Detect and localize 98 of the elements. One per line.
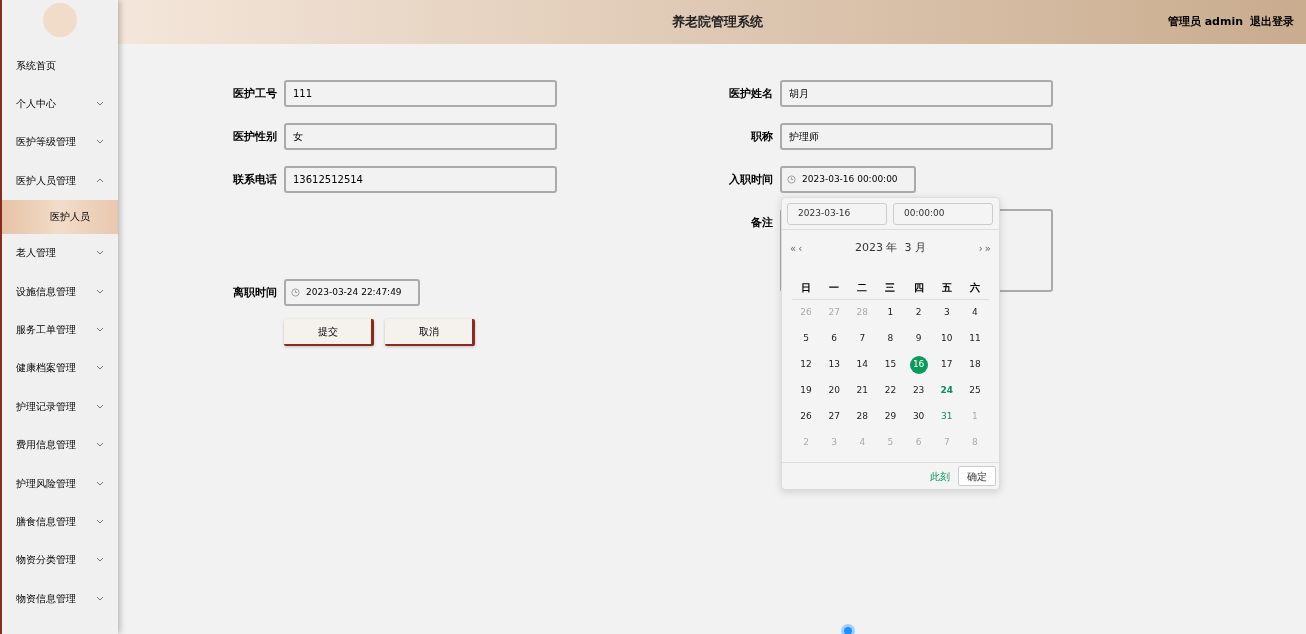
calendar-day[interactable]: 7 — [853, 330, 872, 348]
input-field[interactable]: 护理师 — [780, 123, 1053, 150]
calendar-day[interactable]: 2 — [909, 304, 928, 322]
sidebar-item[interactable]: 设施信息管理 — [2, 271, 118, 311]
calendar-day[interactable]: 23 — [909, 382, 928, 400]
form-button[interactable]: 提交 — [284, 319, 374, 346]
chevron-down-icon — [96, 288, 104, 294]
next-year-button[interactable]: » — [984, 240, 991, 256]
calendar-day[interactable]: 4 — [965, 304, 984, 322]
now-link[interactable]: 此刻 — [930, 468, 950, 484]
field-label: 职称 — [750, 129, 773, 145]
calendar-day[interactable]: 3 — [937, 304, 956, 322]
calendar-day[interactable]: 12 — [797, 356, 816, 374]
calendar-day[interactable]: 18 — [965, 356, 984, 374]
sidebar-item[interactable]: 医护人员管理 — [2, 161, 118, 200]
clock-icon — [787, 175, 796, 184]
chevron-down-icon — [96, 365, 104, 371]
field-label: 入职时间 — [728, 172, 773, 188]
chevron-down-icon — [96, 250, 104, 256]
weekday-label: 六 — [968, 281, 981, 295]
calendar-day[interactable]: 15 — [881, 356, 900, 374]
weekday-label: 二 — [856, 281, 869, 295]
month-label: 2023 年 3 月 — [855, 239, 926, 256]
calendar-day[interactable]: 1 — [881, 304, 900, 322]
chevron-down-icon — [96, 442, 104, 448]
sidebar-item[interactable]: 膳食信息管理 — [2, 502, 118, 541]
chevron-down-icon — [96, 595, 104, 601]
sidebar-item[interactable]: 个人中心 — [2, 84, 118, 123]
time-input[interactable]: 00:00:00 — [893, 203, 993, 225]
sidebar-item[interactable]: 医护等级管理 — [2, 122, 118, 162]
field-label: 医护姓名 — [728, 86, 773, 102]
prev-year-button[interactable]: « — [790, 240, 797, 256]
user-label: 管理员 admin — [1167, 14, 1243, 30]
sidebar-item[interactable]: 护理记录管理 — [2, 387, 118, 426]
field-label: 医护性别 — [232, 129, 277, 145]
calendar-day[interactable]: 27 — [825, 408, 844, 426]
calendar-day[interactable]: 10 — [937, 330, 956, 348]
input-field[interactable]: 13612512514 — [284, 166, 557, 193]
chevron-down-icon — [96, 403, 104, 409]
calendar-day[interactable]: 22 — [881, 382, 900, 400]
calendar-day[interactable]: 29 — [881, 408, 900, 426]
calendar-day[interactable]: 16 — [909, 356, 928, 374]
field-label: 医护工号 — [232, 86, 277, 102]
chevron-down-icon — [96, 557, 104, 563]
date-time-field[interactable]: 2023-03-24 22:47:49 — [284, 279, 420, 306]
calendar-day[interactable]: 5 — [797, 330, 816, 348]
field-label: 联系电话 — [232, 172, 277, 188]
clock-icon — [291, 288, 300, 297]
sidebar-subitem[interactable]: 医护人员 — [2, 199, 118, 234]
logout-link[interactable]: 退出登录 — [1250, 14, 1294, 31]
sidebar-item[interactable]: 护理风险管理 — [2, 463, 118, 503]
calendar-day[interactable]: 20 — [825, 382, 844, 400]
next-month-button[interactable]: › — [978, 240, 983, 256]
calendar-day[interactable]: 13 — [825, 356, 844, 374]
calendar-day[interactable]: 9 — [909, 330, 928, 348]
input-field[interactable]: 胡月 — [780, 80, 1053, 107]
sidebar-item[interactable]: 老人管理 — [2, 233, 118, 272]
chevron-up-icon — [96, 177, 104, 183]
calendar-day[interactable]: 19 — [797, 382, 816, 400]
sidebar-item[interactable]: 物资信息管理 — [2, 579, 118, 618]
weekday-label: 日 — [800, 281, 813, 295]
form-button[interactable]: 取消 — [385, 319, 475, 346]
avatar — [43, 3, 77, 37]
sidebar-item[interactable]: 健康档案管理 — [2, 348, 118, 388]
input-field[interactable]: 111 — [284, 80, 557, 107]
date-time-field[interactable]: 2023-03-16 00:00:00 — [780, 166, 916, 193]
chevron-down-icon — [96, 327, 104, 333]
calendar-day[interactable]: 8 — [881, 330, 900, 348]
chevron-down-icon — [96, 519, 104, 524]
calendar-day[interactable]: 11 — [965, 330, 984, 348]
calendar-day[interactable]: 28 — [853, 408, 872, 426]
sidebar-item[interactable]: 费用信息管理 — [2, 425, 118, 464]
calendar-day[interactable]: 30 — [909, 408, 928, 426]
chevron-down-icon — [96, 480, 104, 486]
confirm-button[interactable]: 确定 — [958, 466, 996, 486]
app-title: 养老院管理系统 — [672, 13, 763, 31]
calendar-day[interactable]: 24 — [937, 382, 956, 400]
weekday-label: 三 — [884, 281, 897, 295]
sidebar-item[interactable]: 系统首页 — [2, 46, 118, 85]
field-label: 备注 — [750, 215, 773, 231]
calendar-day[interactable]: 17 — [937, 356, 956, 374]
weekday-label: 一 — [828, 281, 841, 295]
calendar-day[interactable]: 14 — [853, 356, 872, 374]
calendar-day[interactable]: 31 — [937, 408, 956, 426]
sidebar-item[interactable]: 物资分类管理 — [2, 540, 118, 580]
calendar-day[interactable]: 6 — [825, 330, 844, 348]
chevron-down-icon — [96, 139, 104, 145]
weekday-label: 四 — [912, 281, 925, 295]
chevron-down-icon — [96, 101, 104, 107]
weekday-label: 五 — [940, 281, 953, 295]
calendar-day[interactable]: 25 — [965, 382, 984, 400]
date-input[interactable]: 2023-03-16 — [787, 203, 887, 225]
sidebar-item[interactable]: 服务工单管理 — [2, 310, 118, 349]
calendar-day[interactable]: 26 — [797, 408, 816, 426]
calendar-day[interactable]: 21 — [853, 382, 872, 400]
input-field[interactable]: 女 — [284, 123, 557, 150]
field-label: 离职时间 — [232, 285, 277, 301]
prev-month-button[interactable]: ‹ — [798, 240, 803, 256]
